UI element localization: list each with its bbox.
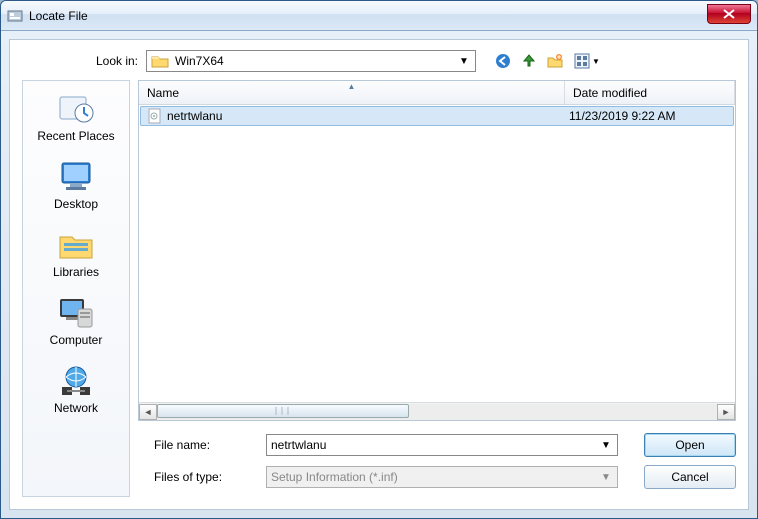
back-button[interactable] — [492, 51, 514, 71]
place-computer[interactable]: Computer — [28, 291, 124, 357]
inf-file-icon — [147, 108, 163, 124]
scroll-track[interactable]: ∣∣∣ — [157, 404, 717, 420]
titlebar[interactable]: Locate File — [1, 1, 757, 31]
chevron-down-icon: ▼ — [599, 440, 613, 451]
place-network[interactable]: Network — [28, 359, 124, 425]
views-button[interactable]: ▼ — [570, 51, 604, 71]
dialog-body: Look in: Win7X64 ▼ — [9, 39, 749, 510]
sort-asc-icon: ▲ — [348, 82, 356, 91]
nav-toolbar: ▼ — [492, 51, 604, 71]
lookin-row: Look in: Win7X64 ▼ — [22, 50, 736, 80]
list-body[interactable]: netrtwlanu 11/23/2019 9:22 AM — [139, 105, 735, 402]
filename-combo[interactable]: netrtwlanu ▼ — [266, 434, 618, 456]
scroll-left-icon[interactable]: ◄ — [139, 404, 157, 420]
lookin-label: Look in: — [82, 54, 138, 68]
new-folder-button[interactable] — [544, 51, 566, 71]
column-name-label: Name — [147, 86, 179, 100]
computer-icon — [56, 295, 96, 331]
scroll-right-icon[interactable]: ► — [717, 404, 735, 420]
app-icon — [7, 8, 23, 24]
cancel-button[interactable]: Cancel — [644, 465, 736, 489]
libraries-icon — [56, 227, 96, 263]
recent-places-icon — [56, 91, 96, 127]
list-header: ▲ Name Date modified — [139, 81, 735, 105]
network-icon — [56, 363, 96, 399]
column-date[interactable]: Date modified — [565, 81, 735, 104]
locate-file-dialog: Locate File Look in: Win7X64 ▼ — [0, 0, 758, 519]
chevron-down-icon: ▼ — [592, 57, 600, 66]
chevron-down-icon: ▼ — [599, 472, 613, 483]
place-label: Recent Places — [37, 129, 114, 143]
lookin-value: Win7X64 — [175, 54, 457, 68]
place-label: Network — [54, 401, 98, 415]
file-name: netrtwlanu — [167, 109, 563, 123]
column-date-label: Date modified — [573, 86, 647, 100]
chevron-down-icon: ▼ — [457, 56, 471, 67]
column-name[interactable]: ▲ Name — [139, 81, 565, 104]
open-button[interactable]: Open — [644, 433, 736, 457]
folder-icon — [151, 53, 169, 69]
place-desktop[interactable]: Desktop — [28, 155, 124, 221]
place-label: Desktop — [54, 197, 98, 211]
filetype-label: Files of type: — [144, 470, 252, 484]
main-area: Recent Places Desktop Libraries — [22, 80, 736, 497]
lookin-combo[interactable]: Win7X64 ▼ — [146, 50, 476, 72]
file-list: ▲ Name Date modified netrtwlanu — [138, 80, 736, 421]
window-title: Locate File — [29, 9, 707, 23]
desktop-icon — [56, 159, 96, 195]
horizontal-scrollbar[interactable]: ◄ ∣∣∣ ► — [139, 402, 735, 420]
place-label: Computer — [50, 333, 103, 347]
filename-label: File name: — [144, 438, 252, 452]
bottom-controls: File name: netrtwlanu ▼ Open Files of ty… — [138, 433, 736, 497]
places-bar: Recent Places Desktop Libraries — [22, 80, 130, 497]
up-one-level-button[interactable] — [518, 51, 540, 71]
place-libraries[interactable]: Libraries — [28, 223, 124, 289]
file-date: 11/23/2019 9:22 AM — [563, 109, 733, 123]
close-button[interactable] — [707, 4, 751, 24]
filetype-combo[interactable]: Setup Information (*.inf) ▼ — [266, 466, 618, 488]
file-row[interactable]: netrtwlanu 11/23/2019 9:22 AM — [140, 106, 734, 126]
filetype-value: Setup Information (*.inf) — [271, 470, 599, 484]
place-label: Libraries — [53, 265, 99, 279]
place-recent[interactable]: Recent Places — [28, 87, 124, 153]
scroll-thumb[interactable]: ∣∣∣ — [157, 404, 409, 418]
filename-value: netrtwlanu — [271, 438, 599, 452]
